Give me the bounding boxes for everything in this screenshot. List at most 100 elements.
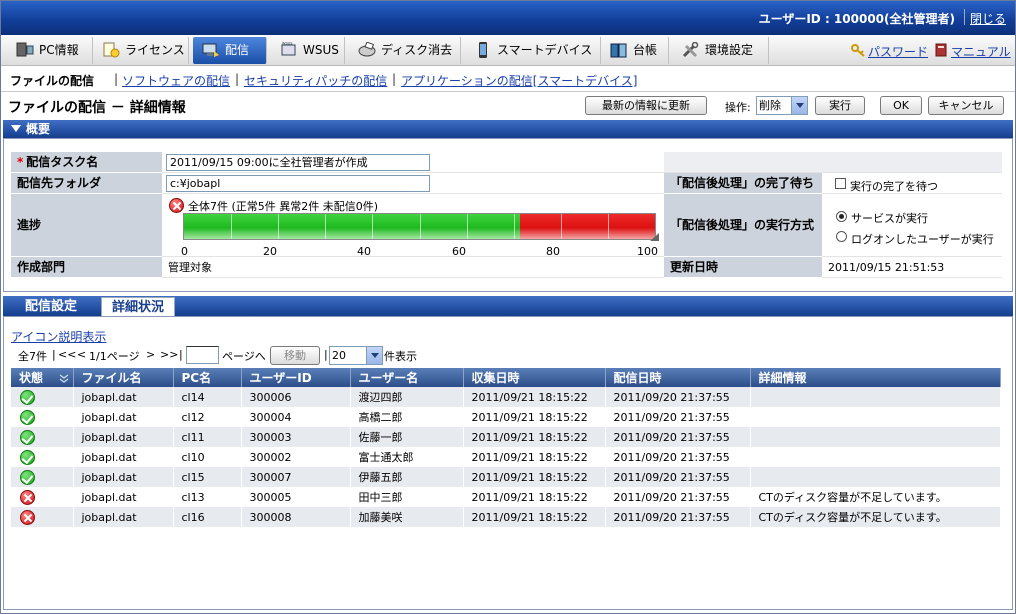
- page-title: ファイルの配信 － 詳細情報: [8, 100, 186, 116]
- table-row[interactable]: jobapl.dat cl10 300002 富士通太郎 2011/09/21 18:1…: [11, 447, 1001, 467]
- menu-pc-info[interactable]: PC情報: [7, 37, 93, 64]
- page-number-input[interactable]: [186, 346, 219, 364]
- cell-delivered-at: 2011/09/20 21:37:55: [605, 487, 751, 507]
- book-icon: [935, 43, 947, 57]
- menu-disk-erase[interactable]: ディスク消去: [349, 37, 461, 64]
- cell-file-name: jobapl.dat: [73, 427, 174, 447]
- menu-smart-device[interactable]: スマートデバイス: [465, 37, 601, 64]
- cell-user-name: 佐藤一郎: [350, 427, 464, 447]
- pager-next-button[interactable]: >: [146, 348, 155, 361]
- subnav-software-distribution[interactable]: ソフトウェアの配信: [122, 72, 230, 89]
- goto-page-label: ページへ: [222, 350, 266, 363]
- table-row[interactable]: jobapl.dat cl11 300003 佐藤一郎 2011/09/21 18:15…: [11, 427, 1001, 447]
- progress-grid-line: [514, 214, 515, 239]
- icon-legend-link[interactable]: アイコン説明表示: [11, 328, 106, 345]
- per-page-label: 件表示: [384, 350, 417, 363]
- required-mark: *: [17, 155, 24, 169]
- progress-grid-line: [608, 214, 609, 239]
- detail-table: 状態 ファイル名 PC名 ユーザーID ユーザー名 収集日時 配信日時 詳細情報…: [11, 368, 1001, 527]
- operation-select[interactable]: 削除: [756, 96, 808, 115]
- distribution-icon: [202, 43, 219, 57]
- progress-grid-line: [561, 214, 562, 239]
- summary-section-header[interactable]: 概要: [3, 120, 1013, 138]
- cell-user-name: 渡辺四郎: [350, 387, 464, 407]
- move-button[interactable]: 移動: [270, 346, 320, 365]
- column-header-file-name[interactable]: ファイル名: [73, 368, 174, 387]
- cell-detail: [750, 427, 1001, 447]
- menu-distribution[interactable]: 配信: [193, 37, 267, 64]
- sort-double-chevron-icon: [59, 374, 69, 383]
- column-header-delivered-at[interactable]: 配信日時: [605, 368, 751, 387]
- menu-license[interactable]: ライセンス: [93, 37, 189, 64]
- menu-wsus[interactable]: WSUS WSUS: [271, 37, 345, 64]
- success-status-icon: [20, 389, 35, 405]
- top-header: ユーザーID : 100000(全社管理者) 閉じる: [1, 1, 1015, 35]
- subnav-app-distribution-smart-device[interactable]: アプリケーションの配信[スマートデバイス]: [401, 72, 637, 89]
- column-header-label: 状態: [19, 371, 44, 385]
- user-id-label: ユーザーID : 100000(全社管理者): [758, 12, 955, 26]
- pager-last-button[interactable]: >>: [160, 348, 178, 361]
- cell-pc-name: cl11: [173, 427, 242, 447]
- progress-grid-line: [278, 214, 279, 239]
- column-header-user-id[interactable]: ユーザーID: [241, 368, 351, 387]
- table-row[interactable]: jobapl.dat cl15 300007 伊藤五郎 2011/09/21 18:15…: [11, 467, 1001, 487]
- task-name-input[interactable]: 2011/09/15 09:00に全社管理者が作成: [166, 154, 430, 171]
- table-row[interactable]: jobapl.dat cl14 300006 渡辺四郎 2011/09/21 18:15…: [11, 387, 1001, 407]
- subnav-divider: |: [235, 72, 240, 86]
- subnav-security-patch-distribution[interactable]: セキュリティパッチの配信: [244, 72, 387, 89]
- table-row[interactable]: jobapl.dat cl13 300005 田中三郎 2011/09/21 18:15…: [11, 487, 1001, 507]
- success-status-icon: [20, 409, 35, 425]
- column-header-collected-at[interactable]: 収集日時: [463, 368, 606, 387]
- menu-label: ディスク消去: [381, 43, 453, 57]
- cell-detail: [750, 467, 1001, 487]
- settings-tool-icon: [682, 42, 699, 58]
- table-row[interactable]: jobapl.dat cl16 300008 加藤美咲 2011/09/21 18:15…: [11, 507, 1001, 527]
- cell-collected-at: 2011/09/21 18:15:22: [463, 427, 606, 447]
- close-link[interactable]: 閉じる: [970, 10, 1006, 27]
- folder-input[interactable]: c:¥jobapl: [166, 175, 430, 192]
- table-row[interactable]: jobapl.dat cl12 300004 高橋二郎 2011/09/21 18:15…: [11, 407, 1001, 427]
- menu-ledger[interactable]: 台帳: [601, 37, 669, 64]
- subnav-current: ファイルの配信: [10, 74, 95, 88]
- cell-user-name: 伊藤五郎: [350, 467, 464, 487]
- main-menu: PC情報 ライセンス 配信 WSUS WSUS ディスク消去 スマートデバイス …: [1, 35, 1015, 66]
- progress-grid-line: [420, 214, 421, 239]
- progress-grid-line: [231, 214, 232, 239]
- pager-divider: |: [52, 348, 56, 361]
- manual-link[interactable]: マニュアル: [935, 43, 1011, 60]
- error-status-icon: [169, 198, 184, 213]
- column-header-detail[interactable]: 詳細情報: [750, 368, 1001, 387]
- radio-service-execute[interactable]: [836, 211, 847, 222]
- cell-delivered-at: 2011/09/20 21:37:55: [605, 467, 751, 487]
- radio-logon-user-execute[interactable]: [836, 231, 847, 242]
- tab-distribution-settings[interactable]: 配信設定: [15, 297, 87, 316]
- operation-label: 操作:: [725, 101, 751, 114]
- execute-button[interactable]: 実行: [815, 96, 865, 115]
- updated-label: 更新日時: [664, 257, 822, 278]
- cancel-button[interactable]: キャンセル: [928, 96, 1004, 115]
- header-divider: [964, 9, 965, 25]
- radio-logon-user-execute-label: ログオンしたユーザーが実行: [851, 233, 994, 246]
- subnav-divider: |: [392, 72, 397, 86]
- cell-user-name: 富士通太郎: [350, 447, 464, 467]
- tab-detail-status[interactable]: 詳細状況: [101, 297, 176, 316]
- progress-bar: [183, 213, 656, 240]
- pager-first-button[interactable]: <<: [58, 348, 76, 361]
- summary-section-title: 概要: [26, 122, 51, 136]
- wait-completion-checkbox[interactable]: [835, 178, 846, 189]
- pager-divider: |: [179, 348, 183, 361]
- refresh-button[interactable]: 最新の情報に更新: [585, 96, 707, 115]
- pager-prev-button[interactable]: <: [77, 348, 86, 361]
- cell-file-name: jobapl.dat: [73, 467, 174, 487]
- wsus-icon: WSUS: [281, 42, 296, 56]
- menu-environment-settings[interactable]: 環境設定: [673, 37, 769, 64]
- cell-pc-name: cl15: [173, 467, 242, 487]
- column-header-status[interactable]: 状態: [11, 368, 74, 387]
- progress-grid-line: [372, 214, 373, 239]
- per-page-select[interactable]: 20: [329, 346, 383, 365]
- password-link[interactable]: パスワード: [851, 43, 928, 60]
- ok-button[interactable]: OK: [880, 96, 922, 115]
- progress-grid-line: [325, 214, 326, 239]
- column-header-user-name[interactable]: ユーザー名: [350, 368, 464, 387]
- column-header-pc-name[interactable]: PC名: [173, 368, 242, 387]
